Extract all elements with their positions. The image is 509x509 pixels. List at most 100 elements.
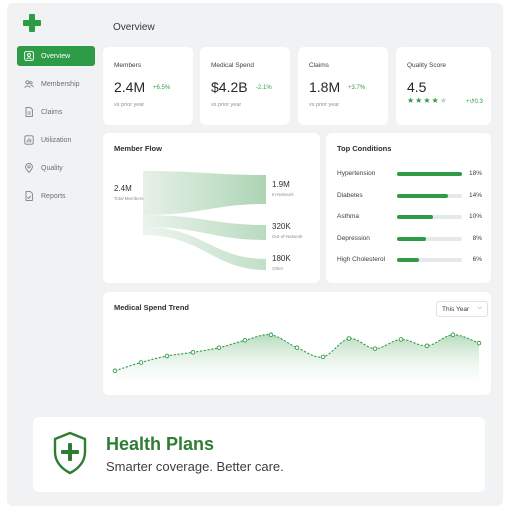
rating-change: +↺0.3 xyxy=(466,99,483,105)
kpi-value: 2.4M xyxy=(114,79,146,95)
sidebar-item-label: Claims xyxy=(41,108,63,116)
spend-trend-chart xyxy=(112,332,482,380)
trend-point xyxy=(164,353,170,359)
trend-point xyxy=(242,338,248,343)
flow-output-label: In-Network xyxy=(272,192,294,197)
kpi-label: Claims xyxy=(309,62,329,69)
condition-name: Asthma xyxy=(337,213,360,220)
sidebar-item-label: Overview xyxy=(41,52,71,60)
member-flow-card: Member Flow 2.4M Total Members 1.9M In-N… xyxy=(103,133,320,283)
condition-percent: 6% xyxy=(472,256,482,263)
star-filled-icon: ★ xyxy=(415,96,423,105)
kpi-card-medical-spend[interactable]: Medical Spend $4.2B -2.1% vs prior year xyxy=(200,47,290,125)
kpi-value: 4.5 xyxy=(407,79,427,95)
condition-bar-fill xyxy=(397,258,419,262)
trend-point xyxy=(450,332,456,338)
report-icon xyxy=(25,191,33,201)
trend-point xyxy=(138,360,144,365)
members-icon xyxy=(24,80,34,88)
chart-icon xyxy=(24,135,34,145)
trend-area xyxy=(115,334,479,380)
kpi-value: $4.2B xyxy=(211,79,248,95)
flow-band-in-network xyxy=(143,171,266,215)
flow-total-value: 2.4M xyxy=(114,184,132,193)
sidebar-nav: Overview Membership Claims Utilization Q… xyxy=(17,46,95,214)
flow-output-value: 180K xyxy=(272,254,291,263)
trend-point xyxy=(268,332,274,338)
condition-percent: 10% xyxy=(468,213,482,220)
condition-bar-track xyxy=(397,193,462,198)
trend-point xyxy=(398,337,404,342)
condition-row: Hypertension 18% xyxy=(337,169,482,179)
brand-banner xyxy=(33,417,485,492)
sidebar-item-claims[interactable]: Claims xyxy=(17,102,95,122)
condition-percent: 8% xyxy=(472,234,482,242)
kpi-card-quality-score[interactable]: Quality Score 4.5 ★ ★ ★ ★ ★ +↺0.3 xyxy=(396,47,491,125)
star-filled-icon: ★ xyxy=(423,96,431,105)
app-logo xyxy=(23,14,41,32)
condition-row: Depression 8% xyxy=(337,234,482,244)
condition-bar-fill xyxy=(397,215,434,219)
trend-point xyxy=(216,345,222,350)
kpi-card-members[interactable]: Members 2.4M +6.5% vs prior year xyxy=(103,47,193,125)
card-title: Top Conditions xyxy=(337,144,392,153)
kpi-change: +3.7% xyxy=(348,85,366,91)
sidebar-item-label: Reports xyxy=(41,192,66,200)
trend-point xyxy=(372,346,378,351)
sidebar-item-label: Quality xyxy=(41,164,63,172)
sidebar-item-membership[interactable]: Membership xyxy=(17,74,95,94)
condition-row: High Cholesterol 6% xyxy=(337,255,482,265)
shield-plus-icon xyxy=(53,431,87,475)
star-empty-icon: ★ xyxy=(439,96,447,105)
flow-band-out-of-network xyxy=(143,215,266,240)
location-pin-icon xyxy=(25,163,33,173)
condition-bar-fill xyxy=(397,193,448,198)
condition-row: Diabetes 14% xyxy=(337,191,482,201)
condition-percent: 14% xyxy=(468,191,482,199)
flow-output-value: 320K xyxy=(272,222,291,231)
kpi-change: -2.1% xyxy=(256,85,272,91)
condition-bar-track xyxy=(397,236,462,241)
condition-name: Depression xyxy=(337,234,370,242)
kpi-change: +6.5% xyxy=(153,85,171,91)
flow-total-label: Total Members xyxy=(114,196,144,201)
trend-point xyxy=(112,368,118,374)
trend-point xyxy=(294,345,300,350)
kpi-label: Members xyxy=(114,62,142,69)
kpi-card-claims[interactable]: Claims 1.8M +3.7% vs prior year xyxy=(298,47,388,125)
flow-output-label: Other xyxy=(272,266,284,271)
document-icon xyxy=(25,107,33,117)
sidebar-item-label: Membership xyxy=(41,80,80,88)
top-conditions-card: Top Conditions Hypertension 18% Diabetes 14… xyxy=(326,133,491,283)
condition-row: Asthma 10% xyxy=(337,212,482,222)
spend-trend-card: Medical Spend Trend This Year ⌵ xyxy=(103,292,491,395)
kpi-subtext: vs prior year xyxy=(114,102,145,108)
sidebar-item-quality[interactable]: Quality xyxy=(17,158,95,178)
trend-point xyxy=(320,354,326,360)
brand-tagline: Smarter coverage. Better care. xyxy=(106,459,284,474)
page-title: Overview xyxy=(113,22,155,33)
trend-point xyxy=(424,343,430,349)
sidebar-item-overview[interactable]: Overview xyxy=(17,46,95,66)
star-filled-icon: ★ xyxy=(407,96,415,105)
kpi-subtext: vs prior year xyxy=(309,102,340,108)
sidebar-item-label: Utilization xyxy=(41,136,72,144)
condition-name: Hypertension xyxy=(337,170,376,177)
condition-name: High Cholesterol xyxy=(337,256,386,263)
kpi-label: Medical Spend xyxy=(211,62,254,69)
kpi-subtext: vs prior year xyxy=(211,102,242,108)
condition-bar-fill xyxy=(397,236,426,241)
flow-output-value: 1.9M xyxy=(272,180,290,189)
condition-bar-fill xyxy=(397,172,462,176)
flow-output-label: Out-of-Network xyxy=(272,234,303,239)
sidebar-item-utilization[interactable]: Utilization xyxy=(17,130,95,150)
trend-point xyxy=(346,336,352,341)
brand-title: Health Plans xyxy=(106,434,215,454)
trend-point xyxy=(190,350,196,355)
condition-percent: 18% xyxy=(468,170,482,177)
condition-bar-track xyxy=(397,172,462,176)
user-icon xyxy=(24,51,34,61)
star-rating: ★ ★ ★ ★ ★ xyxy=(407,97,447,105)
sidebar-item-reports[interactable]: Reports xyxy=(17,186,95,206)
kpi-value: 1.8M xyxy=(309,79,341,95)
